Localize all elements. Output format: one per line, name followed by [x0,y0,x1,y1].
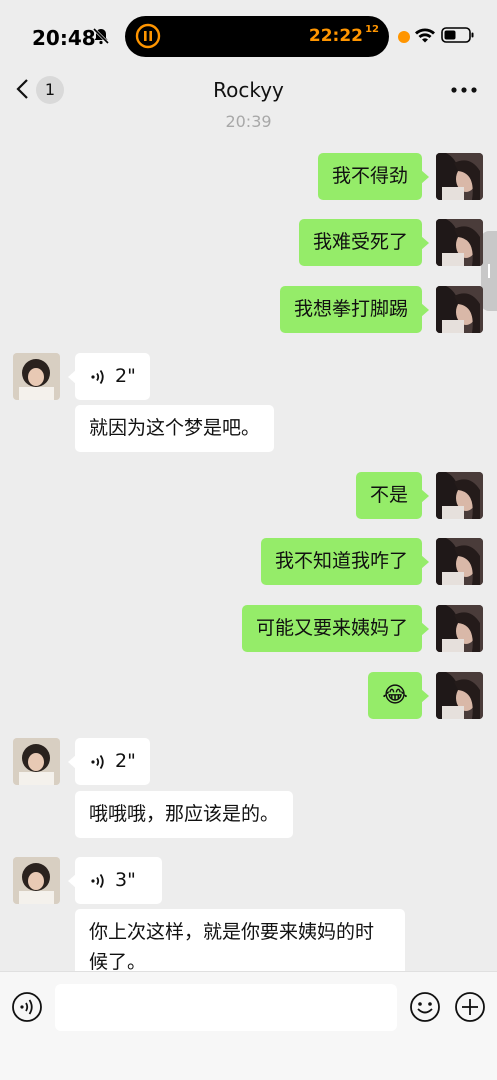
voice-duration: 3" [115,869,136,891]
chat-input-bar [0,971,497,1080]
side-drawer-handle[interactable] [481,231,497,311]
message-input[interactable] [55,984,397,1031]
emoji-icon[interactable] [409,991,441,1023]
status-bar: 20:48 22:22 12 [0,0,497,70]
status-time: 20:48 [32,26,96,50]
bell-off-icon [92,27,110,45]
island-clock: 22:22 [308,26,363,46]
recording-dot-icon [398,31,410,43]
my-avatar[interactable] [436,153,483,200]
dynamic-island: 22:22 12 [125,16,389,57]
my-avatar[interactable] [436,219,483,266]
my-avatar[interactable] [436,472,483,519]
chat-header: 1 Rockyy [0,70,497,110]
more-options-icon[interactable] [451,87,477,93]
message-timestamp: 20:39 [225,112,272,131]
message-bubble[interactable]: 我难受死了 [298,219,430,266]
battery-icon [441,27,474,43]
contact-avatar[interactable] [13,738,60,785]
message-bubble[interactable]: 不是 [355,472,430,519]
pause-timer-icon [135,23,161,49]
message-bubble[interactable]: 就因为这个梦是吧。 [75,405,275,452]
my-avatar[interactable] [436,538,483,585]
voice-message-bubble[interactable]: 2" [68,353,150,400]
voice-message-bubble[interactable]: 3" [68,857,162,904]
voice-wave-icon [91,754,104,769]
message-bubble[interactable]: 我不得劲 [317,153,430,200]
plus-icon[interactable] [454,991,486,1023]
emoji-message-bubble[interactable]: 😂 [368,672,429,719]
voice-wave-icon [91,369,104,384]
voice-message-bubble[interactable]: 2" [68,738,150,785]
my-avatar[interactable] [436,605,483,652]
voice-input-icon[interactable] [11,991,43,1023]
message-bubble[interactable]: 可能又要来姨妈了 [241,605,430,652]
contact-avatar[interactable] [13,353,60,400]
contact-avatar[interactable] [13,857,60,904]
message-bubble[interactable]: 哦哦哦，那应该是的。 [75,791,294,838]
voice-duration: 2" [115,750,136,772]
island-clock-seconds: 12 [365,24,379,35]
message-bubble[interactable]: 我想拳打脚踢 [279,286,430,333]
message-bubble[interactable]: 我不知道我咋了 [260,538,430,585]
my-avatar[interactable] [436,672,483,719]
wifi-icon [415,28,435,43]
chat-title: Rockyy [213,78,284,102]
voice-duration: 2" [115,365,136,387]
voice-wave-icon [91,873,104,888]
my-avatar[interactable] [436,286,483,333]
